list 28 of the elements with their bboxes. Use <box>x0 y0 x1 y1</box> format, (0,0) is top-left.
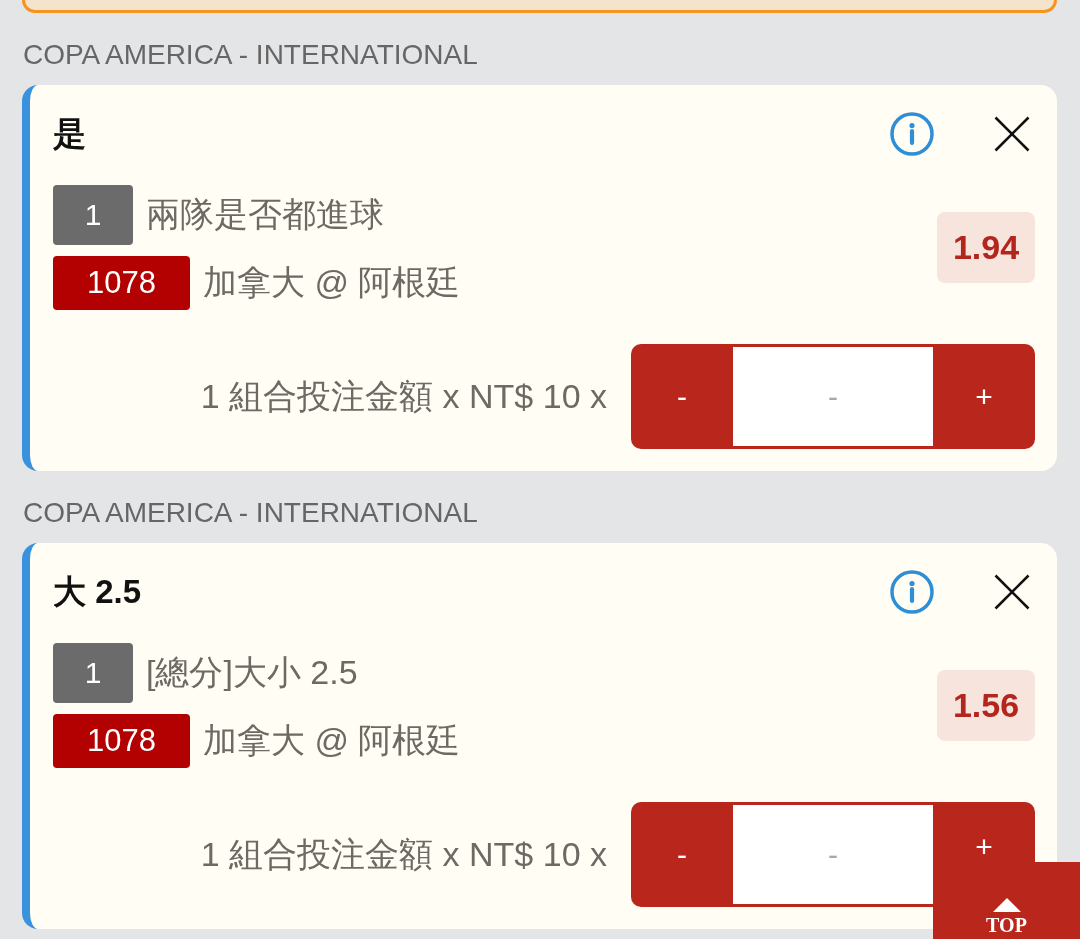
odds-value: 1.94 <box>937 212 1035 283</box>
match-name: 加拿大 @ 阿根廷 <box>203 720 461 761</box>
bet-count-badge: 1 <box>53 643 133 703</box>
match-name: 加拿大 @ 阿根廷 <box>203 262 461 303</box>
stake-input[interactable]: - <box>733 802 933 907</box>
market-name: [總分]大小 2.5 <box>146 652 358 693</box>
stake-label: 1 組合投注金額 x NT$ 10 x <box>200 833 607 875</box>
info-icon[interactable] <box>890 570 934 614</box>
odds-value: 1.56 <box>937 670 1035 741</box>
close-icon[interactable] <box>994 116 1030 152</box>
back-to-top-button[interactable]: TOP <box>933 862 1080 939</box>
selection-title: 大 2.5 <box>53 572 142 612</box>
market-name: 兩隊是否都進球 <box>146 194 384 235</box>
increase-button[interactable]: + <box>933 802 1035 862</box>
info-icon[interactable] <box>890 112 934 156</box>
increase-button[interactable]: + <box>933 344 1035 449</box>
bet-count-badge: 1 <box>53 185 133 245</box>
match-code-badge: 1078 <box>53 256 190 310</box>
league-heading: COPA AMERICA - INTERNATIONAL <box>23 496 478 530</box>
stake-input[interactable]: - <box>733 344 933 449</box>
close-icon[interactable] <box>994 574 1030 610</box>
decrease-button[interactable]: - <box>631 344 733 449</box>
stake-label: 1 組合投注金額 x NT$ 10 x <box>200 375 607 417</box>
league-heading: COPA AMERICA - INTERNATIONAL <box>23 38 478 72</box>
decrease-button[interactable]: - <box>631 802 733 907</box>
selection-title: 是 <box>53 114 86 154</box>
match-code-badge: 1078 <box>53 714 190 768</box>
triangle-up-icon <box>992 898 1021 912</box>
